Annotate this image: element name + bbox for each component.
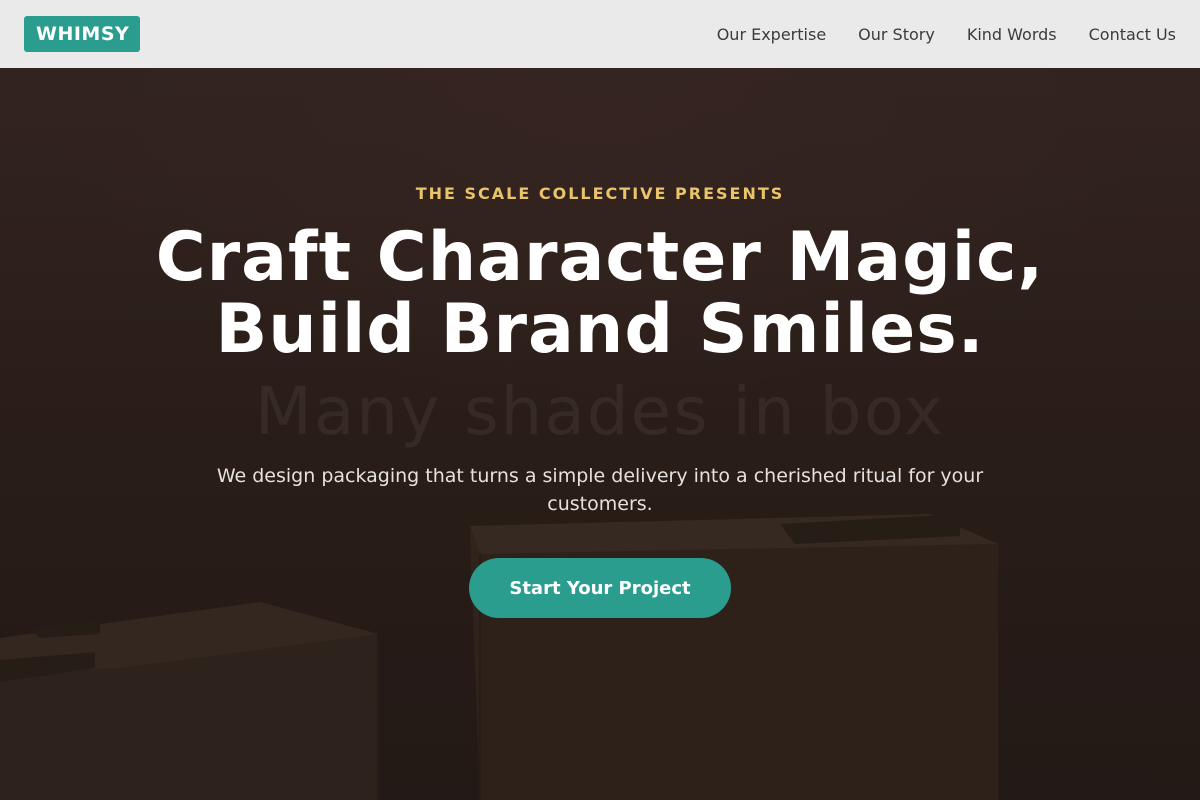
nav-kind-words[interactable]: Kind Words [967, 25, 1057, 44]
hero-headline-line2: Build Brand Smiles. [215, 290, 985, 369]
nav-contact-us[interactable]: Contact Us [1089, 25, 1176, 44]
nav-our-expertise[interactable]: Our Expertise [717, 25, 826, 44]
main-nav: Our Expertise Our Story Kind Words Conta… [717, 25, 1176, 44]
nav-our-story[interactable]: Our Story [858, 25, 935, 44]
start-project-button[interactable]: Start Your Project [469, 558, 731, 618]
hero-headline-line1: Craft Character Magic, [155, 218, 1045, 297]
background-ghost-text: Many shades in box [254, 373, 946, 450]
hero-headline: Craft Character Magic, Build Brand Smile… [150, 222, 1050, 366]
hero-eyebrow: THE SCALE COLLECTIVE PRESENTS [415, 184, 785, 203]
hero-subtitle: We design packaging that turns a simple … [216, 465, 984, 515]
hero-section: Many shades in box THE SCALE COLLECTIVE … [0, 68, 1200, 800]
site-header: WHIMSY Our Expertise Our Story Kind Word… [0, 0, 1200, 68]
logo[interactable]: WHIMSY [24, 16, 141, 52]
